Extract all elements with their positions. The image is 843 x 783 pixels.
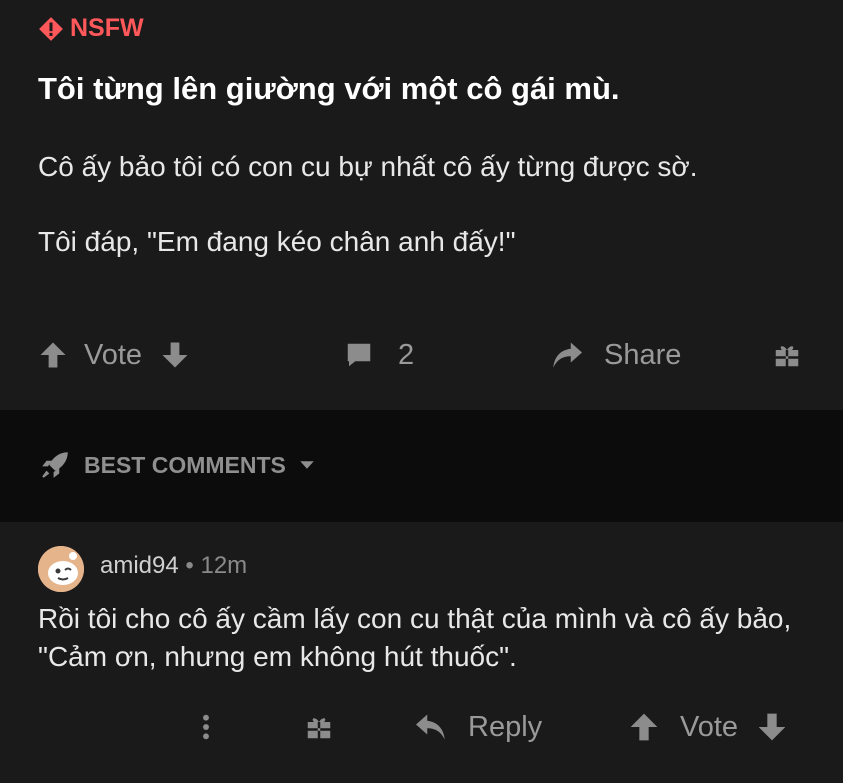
chevron-down-icon (300, 461, 314, 469)
share-label: Share (604, 338, 682, 371)
comment-meta: amid94 • 12m (100, 552, 247, 580)
upvote-arrow-icon[interactable] (628, 711, 660, 743)
post-body: Cô ấy bảo tôi có con cu bự nhất cô ấy từ… (38, 148, 798, 298)
gift-icon (307, 718, 331, 739)
comment-count: 2 (398, 338, 415, 371)
comment-action-bar: Reply Vote (0, 702, 843, 752)
post-title[interactable]: Tôi từng lên giường với một cô gái mù. (38, 70, 818, 108)
avatar[interactable] (38, 546, 84, 592)
best-comments-label: BEST COMMENTS (84, 451, 286, 478)
meta-separator: • (185, 552, 194, 579)
nsfw-label: NSFW (70, 14, 144, 42)
more-options-button[interactable] (196, 702, 216, 752)
comment-body: Rồi tôi cho cô ấy cầm lấy con cu thật củ… (38, 603, 792, 672)
reply-button[interactable]: Reply (414, 702, 542, 752)
downvote-arrow-icon[interactable] (756, 711, 788, 743)
warning-diamond-icon (39, 16, 63, 41)
nsfw-badge: NSFW (38, 14, 144, 43)
upvote-arrow-icon[interactable] (38, 340, 68, 370)
share-button[interactable]: Share (550, 332, 681, 378)
post-action-bar: Vote 2 Share (38, 332, 808, 378)
post-card: NSFW Tôi từng lên giường với một cô gái … (0, 0, 843, 410)
comment-card: amid94 • 12m Rồi tôi cho cô ấy cầm lấy c… (0, 522, 843, 783)
downvote-arrow-icon[interactable] (160, 340, 190, 370)
best-comments-sort[interactable]: BEST COMMENTS (38, 448, 316, 482)
reply-label: Reply (468, 710, 543, 743)
rocket-icon (42, 452, 68, 478)
vote-group: Vote (38, 332, 190, 378)
gift-icon (775, 346, 799, 367)
post-paragraph: Tôi đáp, "Em đang kéo chân anh đấy!" (38, 226, 516, 257)
comment-username[interactable]: amid94 (100, 552, 179, 579)
comments-button[interactable]: 2 (344, 332, 414, 378)
more-vertical-icon (203, 714, 209, 740)
comment-vote-group: Vote (628, 702, 788, 752)
reply-arrow-icon (416, 714, 445, 740)
comment-vote-label: Vote (680, 710, 739, 743)
snoo-avatar-icon (38, 546, 84, 592)
comment-gift-button[interactable] (304, 702, 334, 752)
comment-bubble-icon (347, 343, 371, 367)
vote-label: Vote (84, 338, 143, 371)
comment-timestamp: 12m (200, 552, 248, 579)
gift-button[interactable] (772, 332, 802, 378)
share-arrow-icon (553, 342, 582, 368)
post-paragraph: Cô ấy bảo tôi có con cu bự nhất cô ấy từ… (38, 151, 698, 182)
